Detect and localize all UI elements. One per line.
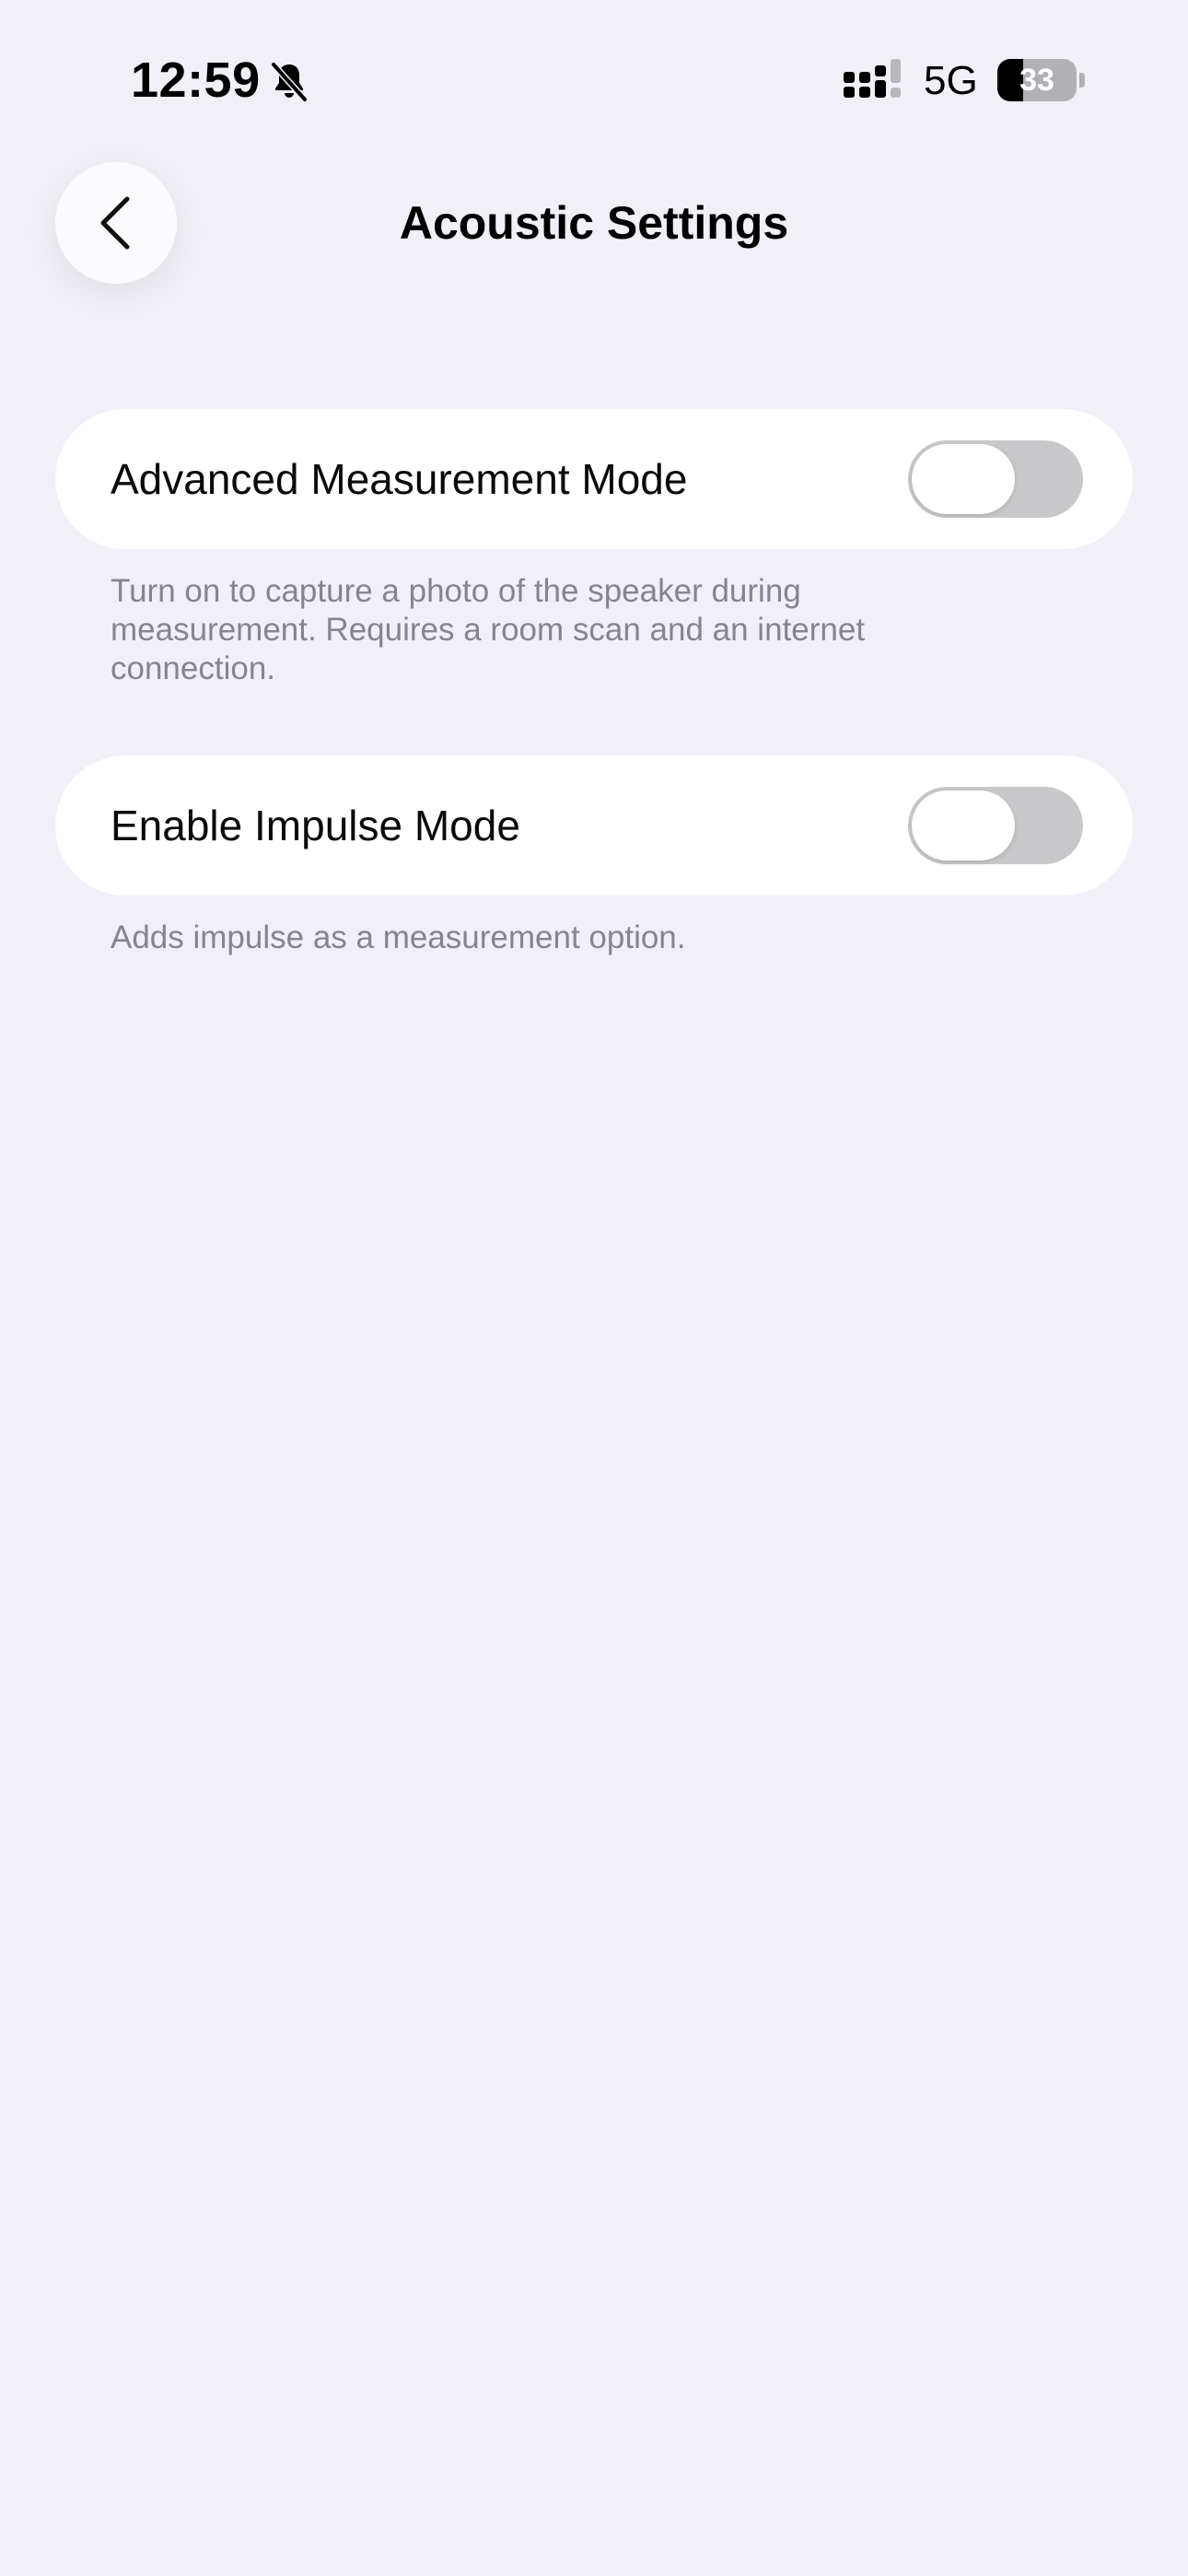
- setting-label: Enable Impulse Mode: [111, 802, 520, 849]
- setting-footnote: Turn on to capture a photo of the speake…: [111, 573, 866, 686]
- battery-icon: 33: [997, 59, 1086, 101]
- setting-footnote: Adds impulse as a measurement option.: [111, 919, 686, 955]
- page-title: Acoustic Settings: [399, 197, 789, 249]
- toggle-knob: [912, 444, 1015, 514]
- status-bar: 12:59 5G 33: [0, 0, 1188, 157]
- setting-card-advanced-measurement: Advanced Measurement Mode: [55, 409, 1133, 549]
- status-time: 12:59: [131, 53, 261, 108]
- battery-cap: [1079, 73, 1085, 88]
- setting-label: Advanced Measurement Mode: [111, 455, 688, 503]
- network-label: 5G: [924, 58, 978, 103]
- setting-card-impulse-mode: Enable Impulse Mode: [55, 755, 1133, 896]
- advanced-measurement-toggle[interactable]: [908, 440, 1083, 518]
- toggle-knob: [912, 790, 1015, 861]
- bell-slash-icon: [270, 61, 309, 103]
- impulse-mode-toggle[interactable]: [908, 787, 1083, 864]
- battery-level: 33: [1019, 63, 1054, 98]
- signal-icon: [844, 59, 901, 98]
